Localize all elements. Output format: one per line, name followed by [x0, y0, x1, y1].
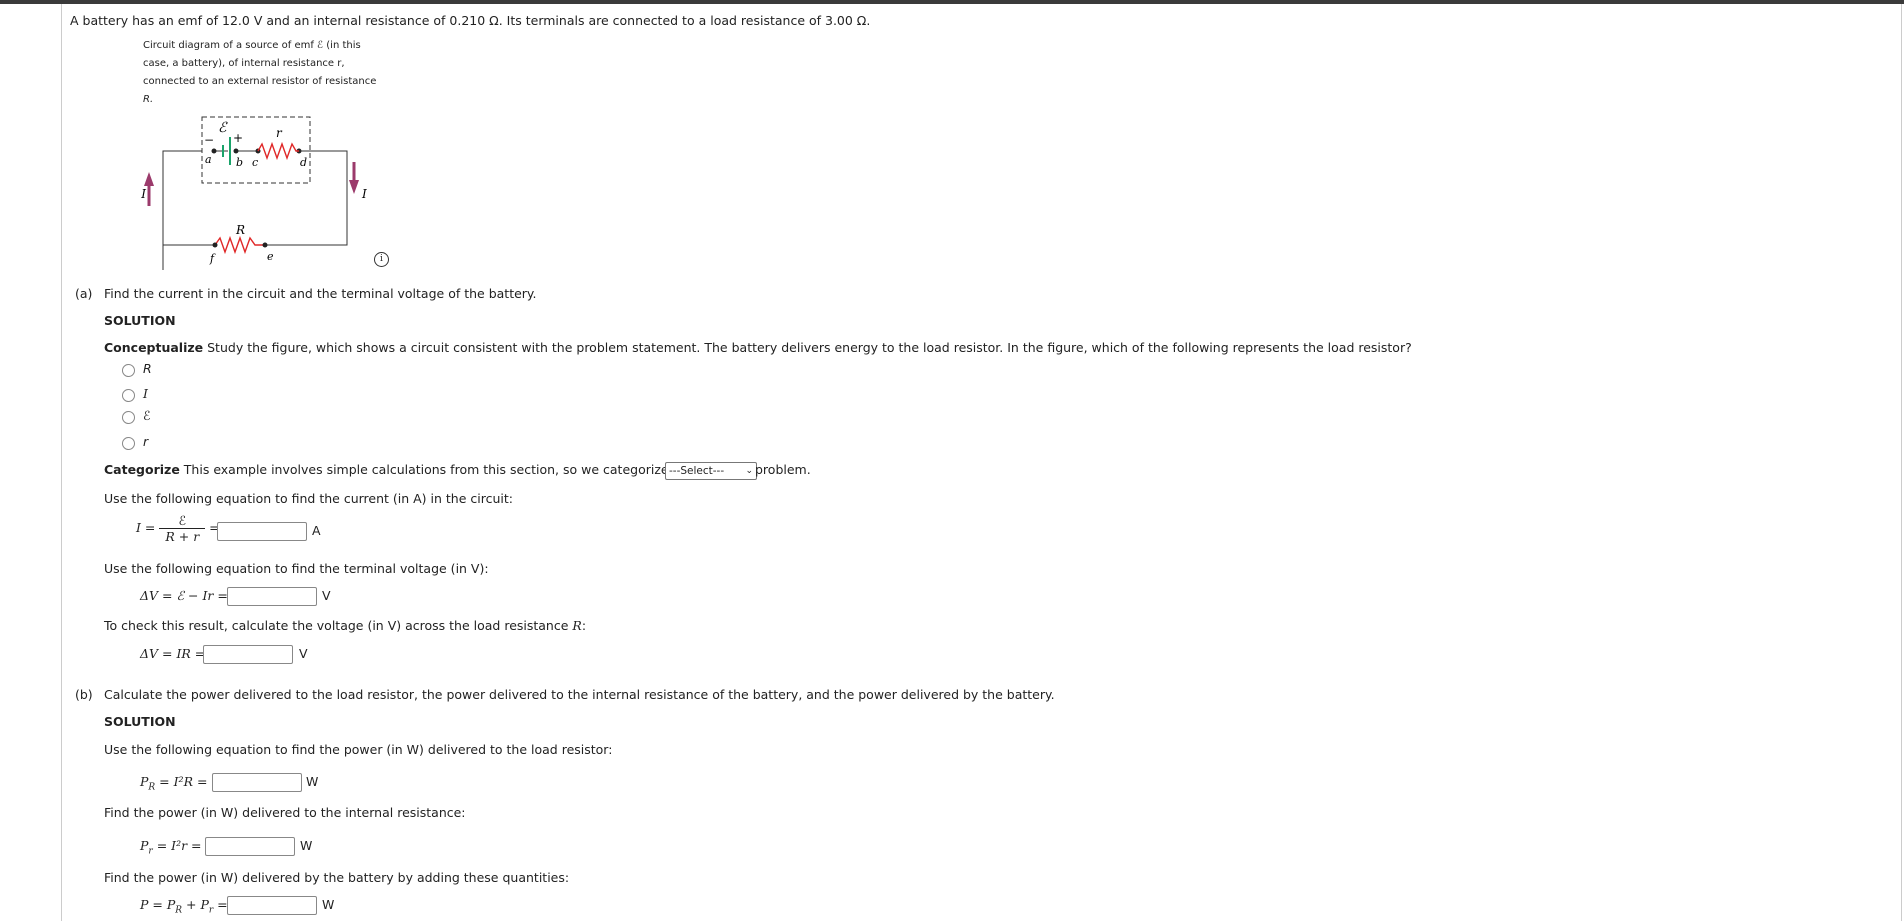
load-power-input[interactable] [212, 773, 302, 792]
label-f: f [209, 252, 216, 265]
eq-sub: R [175, 905, 183, 916]
numerator: ℰ [159, 513, 206, 529]
conceptualize-text: Conceptualize Study the figure, which sh… [104, 340, 1412, 355]
fraction: ℰR + r [159, 513, 206, 544]
unit-label: V [322, 588, 331, 603]
label-a: a [205, 153, 212, 166]
current-input[interactable] [217, 522, 307, 541]
unit-label: V [299, 646, 308, 661]
check-prompt-var: R [572, 618, 582, 633]
option-label: I [143, 386, 148, 401]
chevron-down-icon: ⌄ [745, 466, 753, 476]
eq-rhs: = I²R = [155, 774, 208, 789]
label-b: b [236, 156, 243, 169]
option-label: ℰ [143, 408, 151, 423]
load-power-prompt: Use the following equation to find the p… [104, 742, 613, 757]
terminal-prompt: Use the following equation to find the t… [104, 561, 489, 576]
categorize-body: This example involves simple calculation… [183, 462, 700, 477]
battery-power-prompt: Find the power (in W) delivered by the b… [104, 870, 570, 885]
label-plus: + [233, 131, 243, 145]
radio-option-r[interactable] [122, 437, 135, 450]
internal-power-equation: Pr = I²r = [140, 838, 202, 857]
info-icon[interactable]: i [374, 252, 389, 267]
radio-option-R[interactable] [122, 364, 135, 377]
check-prompt-colon: : [581, 618, 587, 633]
solution-heading: SOLUTION [104, 313, 176, 328]
label-current-right: I [361, 187, 367, 201]
denominator: R + r [165, 529, 200, 544]
unit-label: W [300, 838, 313, 853]
solution-heading: SOLUTION [104, 714, 176, 729]
internal-resistor [257, 141, 299, 161]
current-equation: I = ℰR + r = [136, 513, 220, 544]
terminal-voltage-input[interactable] [227, 587, 317, 606]
internal-power-prompt: Find the power (in W) delivered to the i… [104, 805, 466, 820]
label-current-left: I [140, 187, 146, 201]
circuit-diagram: ℰ − + r a b c d I I R f e [140, 116, 367, 270]
eq-var: P = P [140, 897, 176, 912]
load-power-equation: PR = I²R = [140, 774, 207, 793]
label-emf: ℰ [218, 120, 228, 136]
label-d: d [300, 156, 307, 169]
battery-power-equation: P = PR + Pr = [140, 897, 228, 916]
part-b-label: (b) [75, 687, 93, 702]
problem-statement: A battery has an emf of 12.0 V and an in… [70, 13, 871, 28]
caption-line: Circuit diagram of a source of emf ℰ (in… [143, 40, 361, 51]
unit-label: W [322, 897, 335, 912]
conceptualize-heading: Conceptualize [104, 340, 204, 355]
categorize-heading: Categorize [104, 462, 180, 477]
wire-left [162, 150, 202, 270]
internal-power-input[interactable] [205, 837, 295, 856]
eq-rhs: = [213, 897, 228, 912]
label-e: e [267, 250, 274, 263]
load-voltage-input[interactable] [203, 645, 293, 664]
part-a-question: Find the current in the circuit and the … [104, 286, 537, 301]
label-r: r [276, 126, 283, 140]
caption-line: case, a battery), of internal resistance… [143, 58, 345, 69]
terminal-equation: ΔV = ℰ − Ir = [140, 588, 228, 603]
label-c: c [252, 156, 258, 169]
check-prompt: To check this result, calculate the volt… [104, 618, 586, 633]
current-prompt: Use the following equation to find the c… [104, 491, 513, 506]
radio-option-emf[interactable] [122, 411, 135, 424]
check-equation: ΔV = IR = [140, 646, 206, 661]
battery-power-input[interactable] [227, 896, 317, 915]
check-prompt-text: To check this result, calculate the volt… [104, 618, 573, 633]
part-a-label: (a) [75, 286, 93, 301]
eq-rhs: = I²r = [152, 838, 202, 853]
caption-line: connected to an external resistor of res… [143, 76, 377, 87]
label-minus: − [204, 133, 214, 147]
eq-mid: + P [182, 897, 209, 912]
radio-option-I[interactable] [122, 389, 135, 402]
categorize-tail: problem. [755, 462, 811, 477]
eq-lhs: I = [136, 520, 156, 535]
option-label: R [143, 361, 152, 376]
part-b-question: Calculate the power delivered to the loa… [104, 687, 1055, 702]
option-label: r [143, 434, 149, 449]
unit-label: A [312, 523, 321, 538]
conceptualize-body: Study the figure, which shows a circuit … [207, 340, 1412, 355]
categorize-text: Categorize This example involves simple … [104, 462, 699, 477]
caption-line: R. [143, 94, 154, 105]
unit-label: W [306, 774, 319, 789]
category-select[interactable]: ---Select--- ⌄ [665, 462, 757, 480]
label-R: R [235, 223, 245, 237]
figure-caption: Circuit diagram of a source of emf ℰ (in… [143, 37, 376, 109]
select-value: ---Select--- [669, 465, 725, 477]
